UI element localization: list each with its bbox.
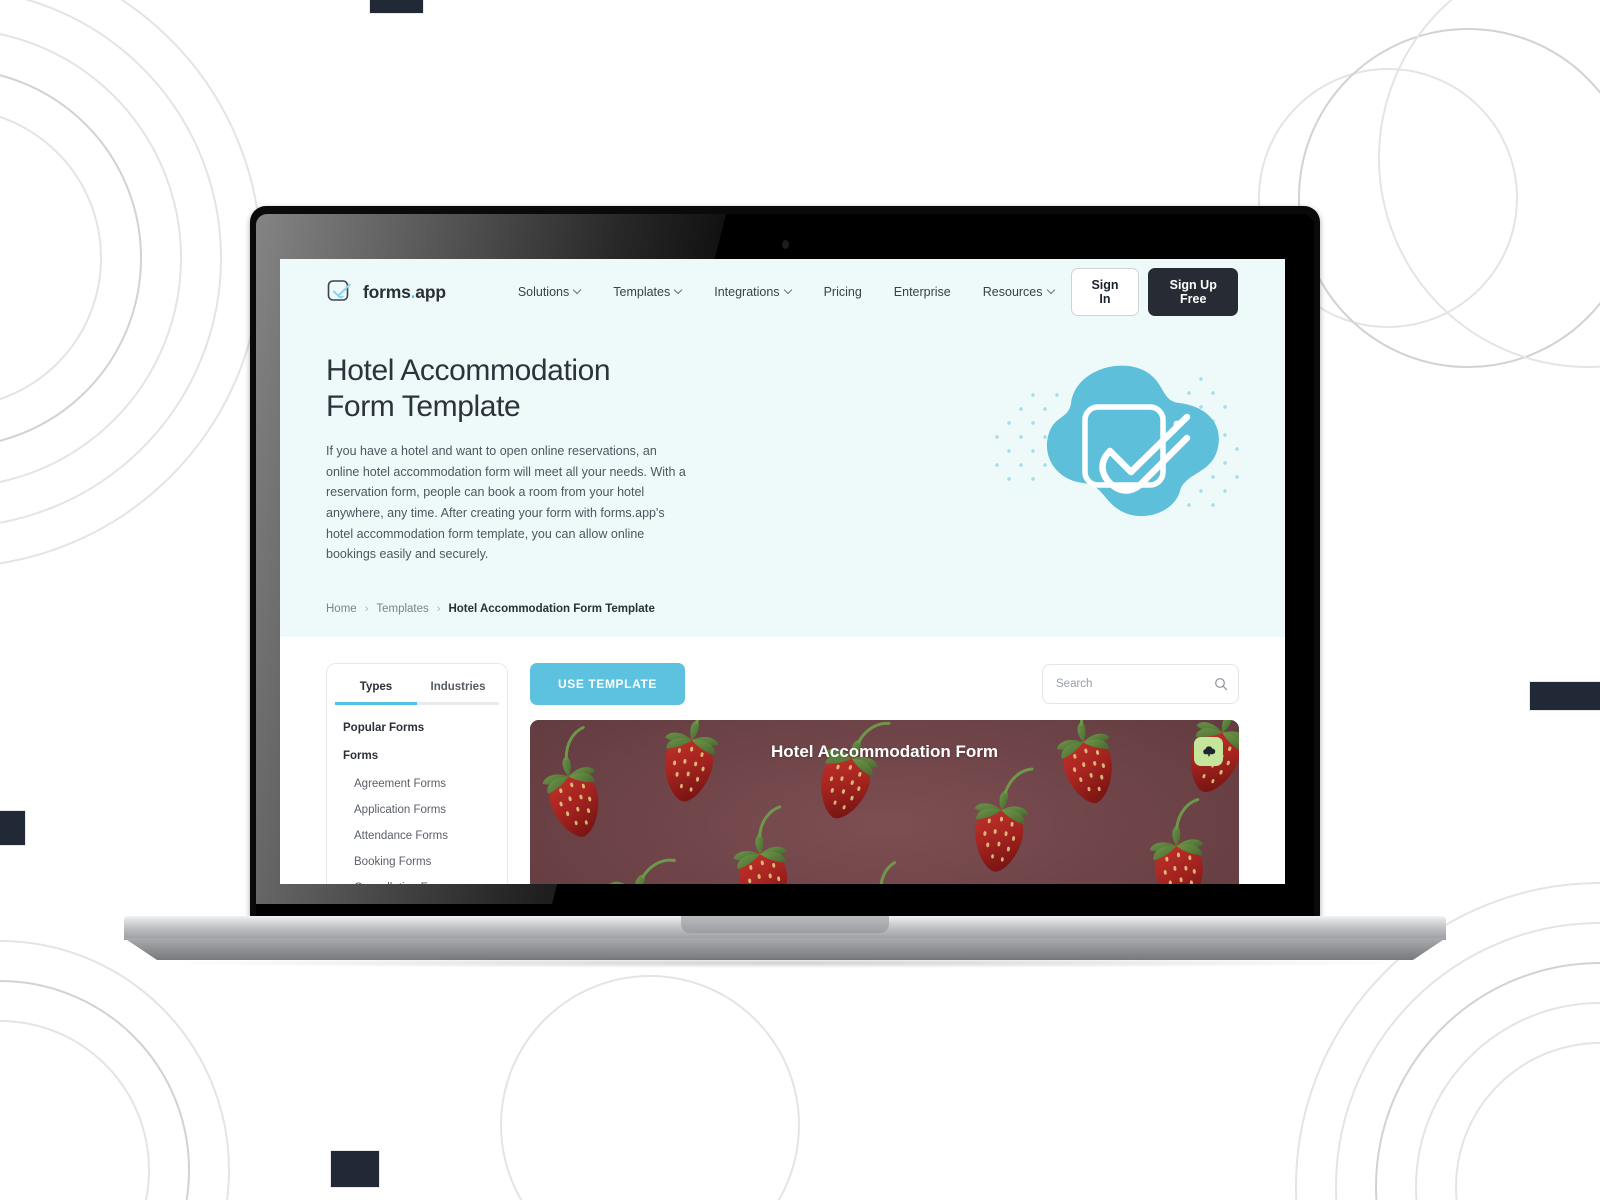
hero-copy: Hotel Accommodation Form Template If you…: [326, 353, 686, 565]
website-page: forms.app Solutions Templates Integratio: [280, 259, 1285, 884]
brand-wordmark: forms.app: [363, 281, 446, 302]
sidebar-heading-popular-forms[interactable]: Popular Forms: [343, 722, 507, 734]
nav-label: Templates: [613, 285, 671, 299]
cloud-upload-icon[interactable]: [1194, 736, 1223, 766]
nav-item-resources[interactable]: Resources: [967, 285, 1071, 299]
breadcrumb-item-home[interactable]: Home: [326, 603, 357, 615]
sidebar-item-application-forms[interactable]: Application Forms: [343, 804, 507, 816]
chevron-down-icon: [675, 287, 682, 294]
breadcrumb-item-current: Hotel Accommodation Form Template: [448, 602, 655, 615]
nav-label: Solutions: [517, 285, 570, 299]
sidebar-heading-forms[interactable]: Forms: [343, 750, 507, 762]
page-title: Hotel Accommodation Form Template: [326, 354, 611, 423]
blue-blob-form-check-illustration: [979, 345, 1249, 530]
brand-logo[interactable]: forms.app: [326, 278, 446, 306]
breadcrumb-item-templates[interactable]: Templates: [376, 603, 428, 615]
laptop-base-bottom: [124, 938, 1446, 960]
nav-item-integrations[interactable]: Integrations: [698, 285, 807, 299]
sidebar-item-cancellation-forms[interactable]: Cancellation Forms: [343, 882, 507, 884]
webcam-dot: [781, 240, 789, 249]
chevron-down-icon: [785, 287, 792, 294]
laptop-base-notch: [681, 916, 889, 933]
content-area: Types Industries Popular Forms Forms Agr…: [280, 636, 1285, 884]
nav-label: Resources: [982, 285, 1043, 299]
nav-label: Pricing: [823, 285, 862, 299]
breadcrumb-separator: ›: [436, 602, 441, 615]
chevron-down-icon: [1048, 287, 1055, 294]
main-column: USE TEMPLATE Search Hotel Accommodation …: [530, 662, 1239, 884]
site-navbar: forms.app Solutions Templates Integratio: [280, 259, 1285, 325]
form-preview-banner[interactable]: Hotel Accommodation Form: [530, 719, 1239, 884]
hero-body: Hotel Accommodation Form Template If you…: [280, 325, 1285, 565]
laptop-screen: forms.app Solutions Templates Integratio: [280, 259, 1285, 884]
nav-item-templates[interactable]: Templates: [597, 285, 698, 299]
nav-item-solutions[interactable]: Solutions: [502, 285, 597, 299]
main-toolbar: USE TEMPLATE: [530, 662, 1239, 705]
sidebar-item-booking-forms[interactable]: Booking Forms: [343, 856, 507, 868]
chevron-down-icon: [574, 287, 581, 294]
laptop-shadow: [170, 958, 1400, 968]
sidebar-item-attendance-forms[interactable]: Attendance Forms: [343, 830, 507, 842]
search-icon[interactable]: [1214, 677, 1228, 696]
breadcrumb: Home › Templates › Hotel Accommodation F…: [280, 565, 1285, 637]
sidebar-item-agreement-forms[interactable]: Agreement Forms: [343, 778, 507, 790]
sidebar-tabs: Types Industries: [327, 681, 507, 705]
nav-label: Integrations: [714, 285, 780, 299]
tab-industries[interactable]: Industries: [417, 681, 499, 705]
nav-label: Enterprise: [893, 285, 951, 299]
primary-nav: Solutions Templates Integrations Pricing…: [502, 285, 1071, 299]
nav-item-enterprise[interactable]: Enterprise: [878, 285, 967, 299]
hero-description: If you have a hotel and want to open onl…: [326, 444, 686, 562]
tab-types[interactable]: Types: [335, 681, 417, 705]
sign-up-free-button[interactable]: Sign Up Free: [1148, 268, 1238, 316]
search-input[interactable]: [1042, 663, 1239, 704]
form-preview-title: Hotel Accommodation Form: [771, 741, 998, 761]
forms-app-check-icon: [326, 278, 354, 306]
use-template-button[interactable]: USE TEMPLATE: [530, 662, 685, 705]
sign-in-button[interactable]: Sign In: [1070, 268, 1140, 316]
search-box: [1042, 663, 1239, 704]
breadcrumb-separator: ›: [364, 602, 369, 615]
navbar-actions: Sign In Sign Up Free: [1070, 268, 1238, 316]
sidebar-list: Popular Forms Forms Agreement Forms Appl…: [327, 705, 507, 884]
nav-item-pricing[interactable]: Pricing: [808, 285, 878, 299]
laptop-mockup: forms.app Solutions Templates Integratio: [0, 0, 1600, 1200]
template-category-sidebar: Types Industries Popular Forms Forms Agr…: [326, 662, 508, 884]
hero-section: forms.app Solutions Templates Integratio: [280, 259, 1285, 637]
